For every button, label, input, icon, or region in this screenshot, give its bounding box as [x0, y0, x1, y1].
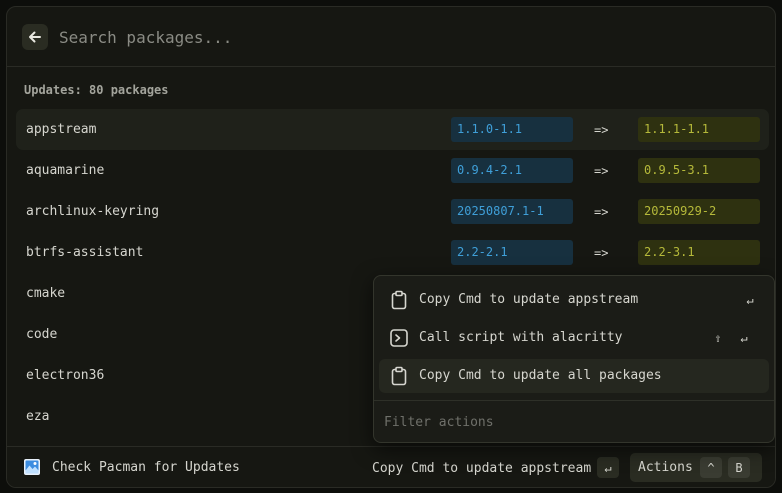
b-key-hint: B [728, 457, 750, 478]
package-name: btrfs-assistant [26, 245, 144, 260]
arrow-left-icon [29, 31, 41, 43]
app-icon [24, 459, 40, 475]
search-input[interactable] [59, 21, 739, 53]
action-call-script-alacritty[interactable]: Call script with alacritty ⇧ ↵ [379, 321, 769, 355]
package-name: cmake [26, 286, 66, 301]
clipboard-icon [391, 290, 407, 310]
action-label: Call script with alacritty [419, 330, 623, 345]
new-version-badge: 1.1.1-1.1 [638, 117, 760, 142]
shift-key-hint: ⇧ [714, 330, 722, 345]
package-name: electron36 [26, 368, 105, 383]
action-menu: Copy Cmd to update appstream ↵ Call scri… [373, 275, 775, 443]
divider [374, 400, 774, 401]
back-button[interactable] [22, 24, 48, 50]
actions-label: Actions [638, 460, 693, 475]
actions-button[interactable]: Actions ^ B [630, 453, 762, 482]
package-name: code [26, 327, 58, 342]
current-version-badge: 1.1.0-1.1 [451, 117, 573, 142]
extension-title: Check Pacman for Updates [52, 460, 240, 475]
section-header: Updates: 80 packages [24, 83, 169, 97]
version-arrow: => [594, 164, 609, 178]
clipboard-icon [391, 366, 407, 386]
package-row[interactable]: btrfs-assistant 2.2-2.1 => 2.2-3.1 [16, 232, 769, 273]
package-name: archlinux-keyring [26, 204, 160, 219]
search-bar [7, 7, 775, 67]
action-copy-update-all[interactable]: Copy Cmd to update all packages [379, 359, 769, 393]
filter-actions-input[interactable] [384, 410, 764, 434]
version-arrow: => [594, 205, 609, 219]
package-row[interactable]: archlinux-keyring 20250807.1-1 => 202509… [16, 191, 769, 232]
primary-action-label[interactable]: Copy Cmd to update appstream [372, 461, 591, 476]
package-row[interactable]: appstream 1.1.0-1.1 => 1.1.1-1.1 [16, 109, 769, 150]
package-name: eza [26, 409, 50, 424]
enter-key-hint: ↵ [597, 457, 619, 478]
enter-key-hint: ↵ [740, 330, 748, 345]
new-version-badge: 20250929-2 [638, 199, 760, 224]
new-version-badge: 0.9.5-3.1 [638, 158, 760, 183]
package-name: appstream [26, 122, 97, 137]
current-version-badge: 20250807.1-1 [451, 199, 573, 224]
version-arrow: => [594, 123, 609, 137]
new-version-badge: 2.2-3.1 [638, 240, 760, 265]
current-version-badge: 2.2-2.1 [451, 240, 573, 265]
action-copy-update-appstream[interactable]: Copy Cmd to update appstream ↵ [379, 283, 769, 317]
enter-key-hint: ↵ [746, 292, 754, 307]
terminal-icon [390, 329, 408, 347]
package-row[interactable]: aquamarine 0.9.4-2.1 => 0.9.5-3.1 [16, 150, 769, 191]
app-window: Updates: 80 packages appstream 1.1.0-1.1… [6, 6, 776, 488]
action-label: Copy Cmd to update all packages [419, 368, 662, 383]
footer-bar: Check Pacman for Updates Copy Cmd to upd… [7, 446, 775, 487]
action-label: Copy Cmd to update appstream [419, 292, 639, 307]
current-version-badge: 0.9.4-2.1 [451, 158, 573, 183]
ctrl-key-hint: ^ [700, 457, 722, 478]
package-name: aquamarine [26, 163, 105, 178]
version-arrow: => [594, 246, 609, 260]
